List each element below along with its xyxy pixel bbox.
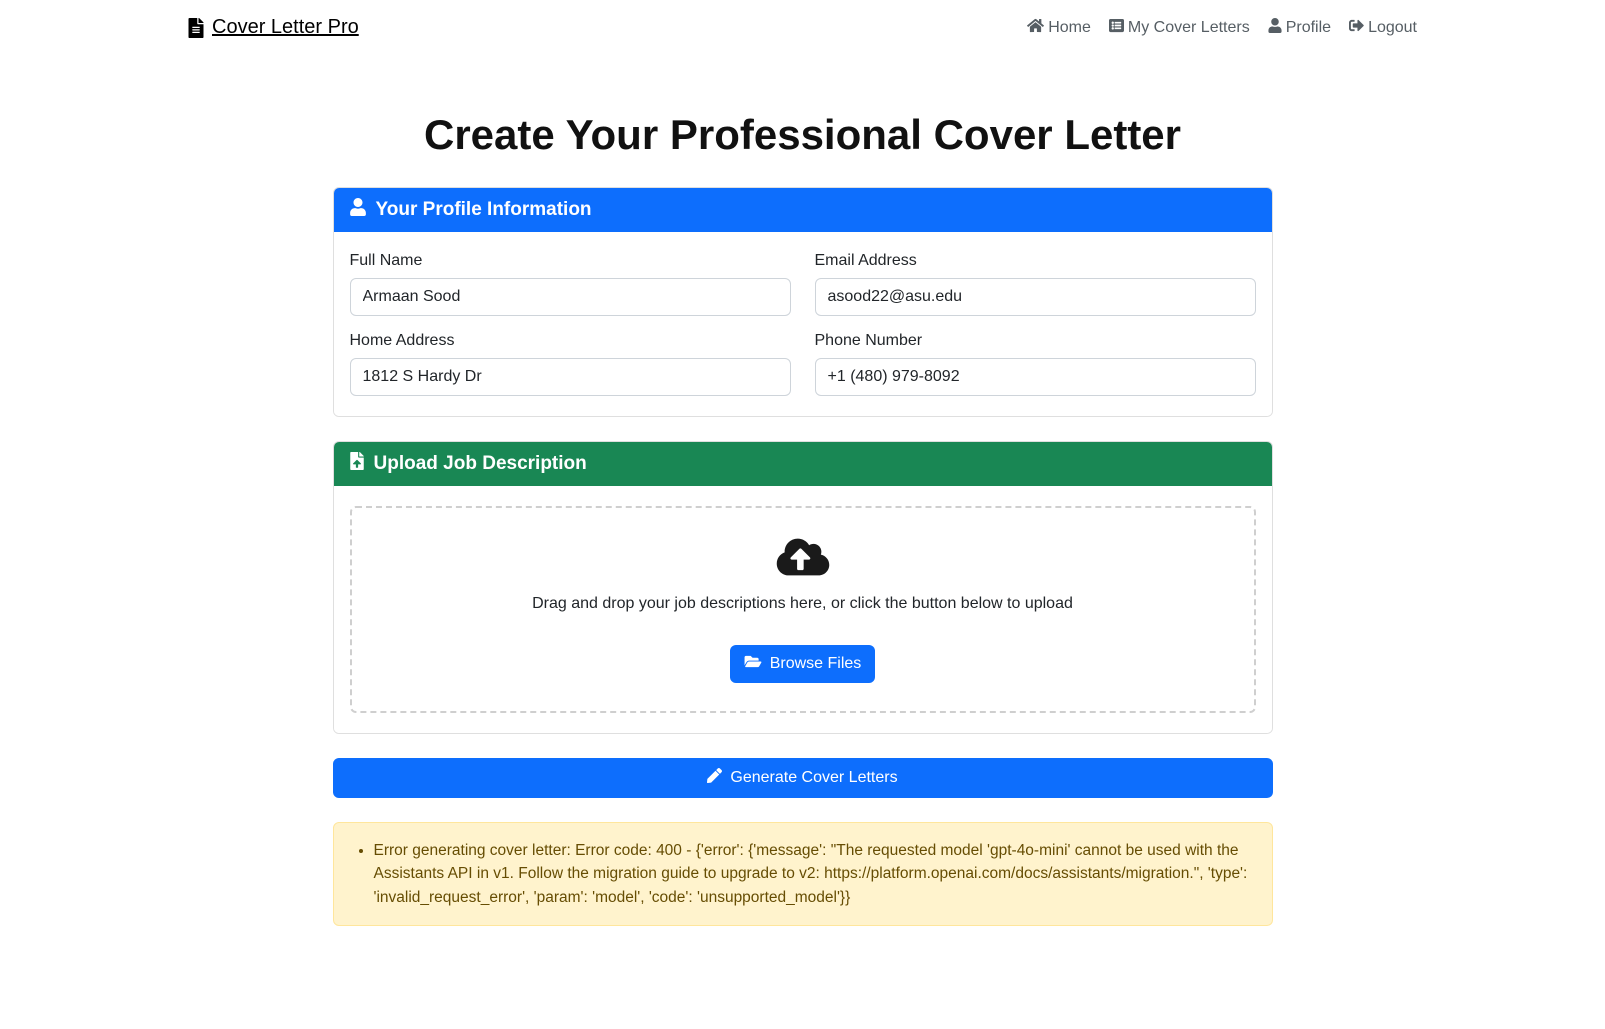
dropzone-instruction: Drag and drop your job descriptions here…: [372, 595, 1234, 613]
folder-open-icon: [744, 654, 762, 674]
nav-home-label: Home: [1048, 19, 1091, 37]
browse-files-label: Browse Files: [770, 655, 862, 673]
nav-my-cover-letters-label: My Cover Letters: [1128, 19, 1250, 37]
cloud-upload-icon: [776, 536, 830, 583]
error-message: Error generating cover letter: Error cod…: [374, 839, 1252, 909]
user-icon: [1268, 18, 1282, 38]
error-alert: Error generating cover letter: Error cod…: [333, 822, 1273, 926]
brand-text: Cover Letter Pro: [212, 16, 359, 39]
pen-icon: [707, 768, 722, 788]
address-label: Home Address: [350, 332, 791, 350]
phone-input[interactable]: [815, 358, 1256, 396]
upload-card: Upload Job Description Drag and drop you…: [333, 441, 1273, 734]
email-label: Email Address: [815, 252, 1256, 270]
home-icon: [1027, 18, 1044, 38]
profile-card-header: Your Profile Information: [334, 188, 1272, 232]
address-input[interactable]: [350, 358, 791, 396]
full-name-input[interactable]: [350, 278, 791, 316]
email-input[interactable]: [815, 278, 1256, 316]
upload-card-title: Upload Job Description: [374, 453, 587, 475]
nav-logout[interactable]: Logout: [1349, 18, 1417, 38]
nav-profile[interactable]: Profile: [1268, 18, 1331, 38]
profile-card: Your Profile Information Full Name Email…: [333, 187, 1273, 417]
brand-link[interactable]: Cover Letter Pro: [188, 16, 359, 39]
generate-cover-letters-button[interactable]: Generate Cover Letters: [333, 758, 1273, 798]
phone-label: Phone Number: [815, 332, 1256, 350]
nav-profile-label: Profile: [1286, 19, 1331, 37]
dropzone[interactable]: Drag and drop your job descriptions here…: [350, 506, 1256, 713]
navbar: Cover Letter Pro Home My Cover Letters P…: [0, 0, 1605, 55]
profile-card-body: Full Name Email Address Home Address Pho…: [334, 232, 1272, 416]
logout-icon: [1349, 18, 1364, 38]
user-icon: [350, 198, 366, 222]
main-container: Create Your Professional Cover Letter Yo…: [323, 111, 1283, 926]
full-name-label: Full Name: [350, 252, 791, 270]
browse-files-button[interactable]: Browse Files: [730, 645, 876, 683]
list-icon: [1109, 18, 1124, 38]
file-upload-icon: [350, 452, 364, 476]
profile-card-title: Your Profile Information: [376, 199, 592, 221]
nav-my-cover-letters[interactable]: My Cover Letters: [1109, 18, 1250, 38]
upload-card-header: Upload Job Description: [334, 442, 1272, 486]
upload-card-body: Drag and drop your job descriptions here…: [334, 486, 1272, 733]
nav-links: Home My Cover Letters Profile Logout: [1027, 18, 1417, 38]
page-title: Create Your Professional Cover Letter: [333, 111, 1273, 159]
file-alt-icon: [188, 18, 204, 38]
generate-button-label: Generate Cover Letters: [730, 769, 897, 787]
nav-logout-label: Logout: [1368, 19, 1417, 37]
nav-home[interactable]: Home: [1027, 18, 1091, 38]
